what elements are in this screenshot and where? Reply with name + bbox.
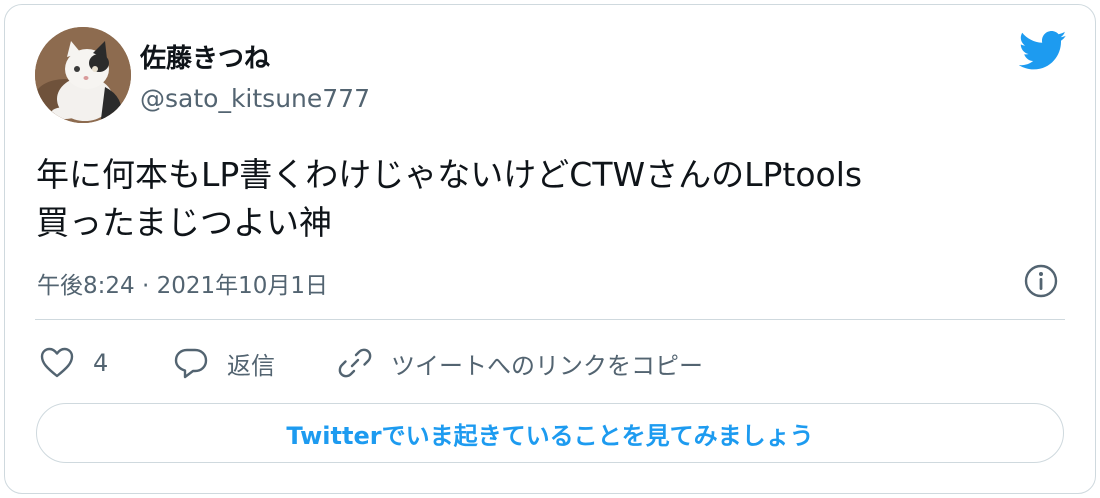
tweet-card: 佐藤きつね @sato_kitsune777 年に何本もLP書くわけじゃないけど… (4, 4, 1096, 494)
avatar[interactable] (35, 27, 131, 123)
like-button[interactable]: 4 (39, 343, 108, 383)
tweet-text: 年に何本もLP書くわけじゃないけどCTWさんのLPtools 買ったまじつよい神 (36, 151, 1066, 247)
copy-link-label: ツイートへのリンクをコピー (391, 351, 703, 380)
like-count: 4 (93, 349, 109, 377)
info-icon[interactable] (1023, 263, 1059, 299)
author-display-name[interactable]: 佐藤きつね (140, 38, 270, 75)
author-handle[interactable]: @sato_kitsune777 (140, 84, 370, 113)
reply-button[interactable]: 返信 (173, 343, 275, 383)
link-icon (338, 348, 372, 378)
speech-bubble-icon (174, 348, 208, 379)
tweet-timestamp[interactable]: 午後8:24 · 2021年10月1日 (37, 266, 328, 300)
tweet-text-line: 買ったまじつよい神 (36, 203, 333, 242)
twitter-bird-icon[interactable] (1018, 31, 1067, 71)
copy-link-button[interactable]: ツイートへのリンクをコピー (337, 343, 703, 383)
reply-label: 返信 (227, 351, 275, 380)
heart-icon (40, 347, 74, 378)
divider (35, 319, 1065, 320)
tweet-text-line: 年に何本もLP書くわけじゃないけどCTWさんのLPtools (36, 155, 863, 194)
cat-avatar-image (35, 27, 131, 123)
explore-twitter-button[interactable]: Twitterでいま起きていることを見てみましょう (36, 403, 1064, 463)
